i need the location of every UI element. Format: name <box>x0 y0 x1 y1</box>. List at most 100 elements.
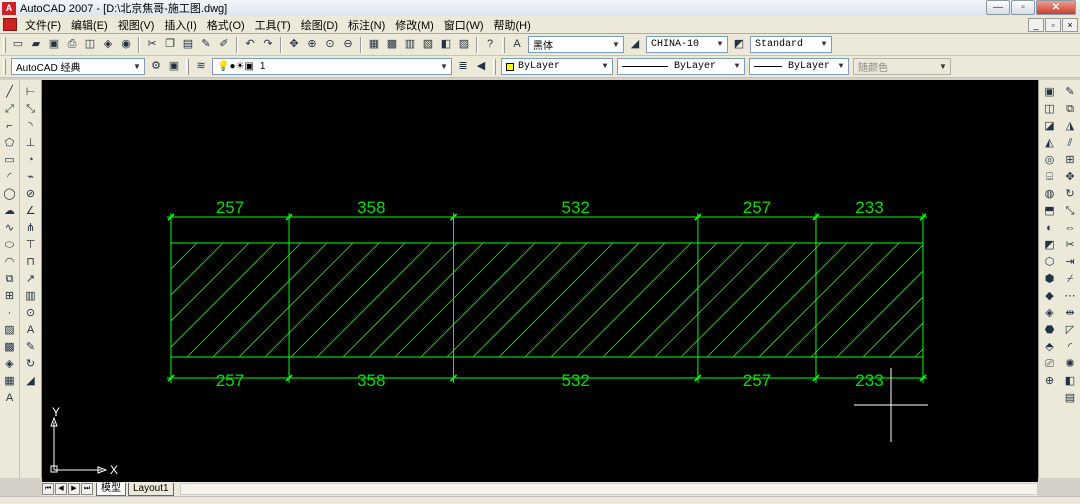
gradient-icon[interactable]: ▩ <box>1 339 19 356</box>
tolerance-icon[interactable]: ▥ <box>22 288 40 305</box>
toolbar-grip[interactable] <box>186 58 189 75</box>
wedge-icon[interactable]: ◪ <box>1041 118 1059 135</box>
torus-icon[interactable]: ◍ <box>1041 186 1059 203</box>
zoom-realtime-icon[interactable]: ⊕ <box>304 36 321 53</box>
aligned-dimension-icon[interactable]: ⤡ <box>22 101 40 118</box>
make-layer-current-icon[interactable]: ≣ <box>455 58 472 75</box>
linetype-select[interactable]: ByLayer ▼ <box>617 58 745 75</box>
box-icon[interactable]: ◫ <box>1041 101 1059 118</box>
arc-length-icon[interactable]: ◝ <box>22 118 40 135</box>
new-icon[interactable]: ▭ <box>10 36 27 53</box>
copy-icon[interactable]: ❐ <box>162 36 179 53</box>
intersect-icon[interactable]: ◆ <box>1041 288 1059 305</box>
erase-icon[interactable]: ✎ <box>1061 84 1079 101</box>
layer-manager-icon[interactable]: ≋ <box>193 58 210 75</box>
menu-format[interactable]: 格式(O) <box>202 17 250 33</box>
lineweight-select[interactable]: ByLayer ▼ <box>749 58 849 75</box>
doc-restore-button[interactable]: ▫ <box>1045 18 1061 32</box>
cylinder-icon[interactable]: ⌸ <box>1041 169 1059 186</box>
baseline-dimension-icon[interactable]: ⊤ <box>22 237 40 254</box>
toolbar-grip[interactable] <box>3 36 6 53</box>
sphere-icon[interactable]: ◎ <box>1041 152 1059 169</box>
ellipse-icon[interactable]: ⬭ <box>1 237 19 254</box>
lights-icon[interactable]: ⬘ <box>1041 339 1059 356</box>
target-icon[interactable]: ⊕ <box>1041 373 1059 390</box>
next-tab-icon[interactable]: ▶ <box>68 483 80 495</box>
block-editor-icon[interactable]: ✐ <box>216 36 233 53</box>
menu-draw[interactable]: 绘图(D) <box>296 17 343 33</box>
plot-icon[interactable]: ⎙ <box>64 36 81 53</box>
trim-icon[interactable]: ✂ <box>1061 237 1079 254</box>
menu-help[interactable]: 帮助(H) <box>489 17 536 33</box>
prev-tab-icon[interactable]: ◀ <box>55 483 67 495</box>
break-icon[interactable]: ⋯ <box>1061 288 1079 305</box>
hatch-icon[interactable]: ▨ <box>1 322 19 339</box>
tool-palettes-icon[interactable]: ▥ <box>402 36 419 53</box>
join-icon[interactable]: ⇹ <box>1061 305 1079 322</box>
menu-modify[interactable]: 修改(M) <box>390 17 439 33</box>
group-icon[interactable]: ▤ <box>1061 390 1079 407</box>
doc-minimize-button[interactable]: _ <box>1028 18 1044 32</box>
3d-dwf-icon[interactable]: ◉ <box>118 36 135 53</box>
region-icon[interactable]: ◈ <box>1 356 19 373</box>
zoom-window-icon[interactable]: ⊙ <box>322 36 339 53</box>
help-icon[interactable]: ? <box>482 36 499 53</box>
paste-icon[interactable]: ▤ <box>180 36 197 53</box>
multiline-text-icon[interactable]: A <box>1 390 19 407</box>
point-icon[interactable]: · <box>1 305 19 322</box>
render-icon[interactable]: ◈ <box>1041 305 1059 322</box>
calculator-icon[interactable]: ▨ <box>456 36 473 53</box>
layout-icon[interactable]: ▣ <box>1041 84 1059 101</box>
color-select[interactable]: ByLayer ▼ <box>501 58 613 75</box>
workspace-save-icon[interactable]: ▣ <box>166 58 183 75</box>
diameter-dimension-icon[interactable]: ⊘ <box>22 186 40 203</box>
restore-button[interactable]: ▫ <box>1011 0 1035 15</box>
dim-style-icon[interactable]: ◢ <box>627 36 644 53</box>
menu-insert[interactable]: 插入(I) <box>159 17 201 33</box>
workspace-select[interactable]: AutoCAD 经典 ▼ <box>11 58 145 75</box>
rotate-icon[interactable]: ↻ <box>1061 186 1079 203</box>
text-style-icon[interactable]: A <box>509 36 526 53</box>
offset-icon[interactable]: ⫽ <box>1061 135 1079 152</box>
horizontal-scrollbar[interactable] <box>179 483 1038 495</box>
last-tab-icon[interactable]: ⏭ <box>81 483 93 495</box>
angular-dimension-icon[interactable]: ∠ <box>22 203 40 220</box>
polyline-icon[interactable]: ⌐ <box>1 118 19 135</box>
radius-dimension-icon[interactable]: ◔ <box>22 152 40 169</box>
fillet-icon[interactable]: ◜ <box>1061 339 1079 356</box>
stretch-icon[interactable]: ⇔ <box>1061 220 1079 237</box>
quick-dimension-icon[interactable]: ⋔ <box>22 220 40 237</box>
revision-cloud-icon[interactable]: ☁ <box>1 203 19 220</box>
make-block-icon[interactable]: ⊞ <box>1 288 19 305</box>
zoom-previous-icon[interactable]: ⊖ <box>340 36 357 53</box>
match-properties-icon[interactable]: ✎ <box>198 36 215 53</box>
pan-icon[interactable]: ✥ <box>286 36 303 53</box>
plot-style-select[interactable]: 随颜色 ▼ <box>853 58 951 75</box>
explode-icon[interactable]: ✺ <box>1061 356 1079 373</box>
design-center-icon[interactable]: ▩ <box>384 36 401 53</box>
circle-icon[interactable]: ◯ <box>1 186 19 203</box>
first-tab-icon[interactable]: ⏮ <box>42 483 54 495</box>
minimize-button[interactable]: — <box>986 0 1010 15</box>
tab-model[interactable]: 模型 <box>96 482 126 496</box>
toolbar-grip[interactable] <box>493 58 496 75</box>
dim-style-select[interactable]: CHINA-10 ▼ <box>646 36 728 53</box>
menu-window[interactable]: 窗口(W) <box>439 17 489 33</box>
subtract-icon[interactable]: ⬢ <box>1041 271 1059 288</box>
tab-layout1[interactable]: Layout1 <box>128 482 174 496</box>
document-icon[interactable] <box>3 18 17 31</box>
mirror-icon[interactable]: ◮ <box>1061 118 1079 135</box>
save-icon[interactable]: ▣ <box>46 36 63 53</box>
text-style-select[interactable]: 黑体 ▼ <box>528 36 624 53</box>
ordinate-dimension-icon[interactable]: ⊥ <box>22 135 40 152</box>
slice-icon[interactable]: ◩ <box>1041 237 1059 254</box>
menu-view[interactable]: 视图(V) <box>113 17 160 33</box>
insert-block-icon[interactable]: ⧉ <box>1 271 19 288</box>
line-icon[interactable]: ╱ <box>1 84 19 101</box>
quick-leader-icon[interactable]: ↗ <box>22 271 40 288</box>
rectangle-icon[interactable]: ▭ <box>1 152 19 169</box>
redo-icon[interactable]: ↷ <box>260 36 277 53</box>
menu-tools[interactable]: 工具(T) <box>250 17 296 33</box>
extrude-icon[interactable]: ⬒ <box>1041 203 1059 220</box>
open-icon[interactable]: ▰ <box>28 36 45 53</box>
